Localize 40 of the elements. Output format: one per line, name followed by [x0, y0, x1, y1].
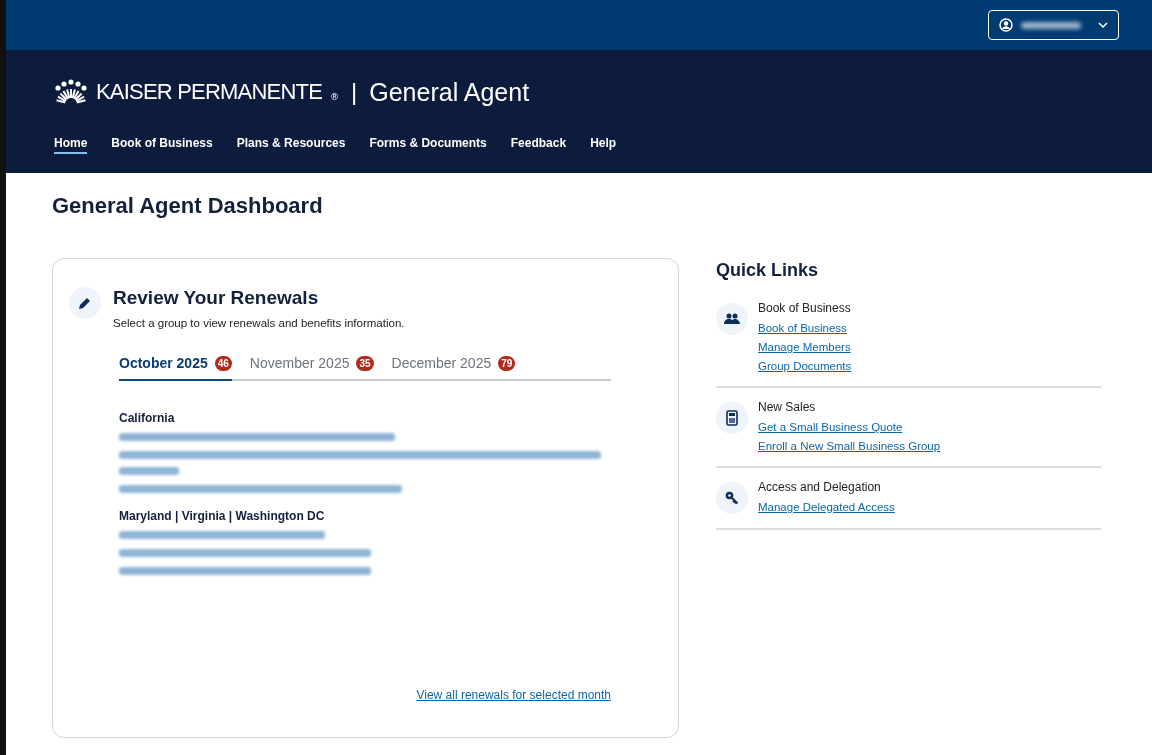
quick-link[interactable]: Manage Members: [758, 341, 852, 353]
nav-link[interactable]: Forms & Documents: [369, 136, 487, 154]
region-heading: California: [119, 411, 176, 425]
quick-link[interactable]: Group Documents: [758, 360, 852, 372]
nav-link[interactable]: Help: [590, 136, 617, 154]
region-heading: Maryland | Virginia | Washington DC: [119, 509, 326, 523]
nav-link[interactable]: Home: [54, 136, 88, 154]
section-title: New Sales: [758, 400, 817, 414]
brand-name: KAISER PERMANENTE: [96, 79, 322, 105]
quick-links-title: Quick Links: [716, 260, 820, 281]
brand-separator: |: [351, 78, 358, 106]
nav-link[interactable]: Plans & Resources: [236, 136, 346, 154]
key-icon: [725, 491, 739, 505]
view-all-link[interactable]: View all renewals for selected month: [416, 688, 611, 702]
count-badge: 79: [498, 355, 516, 371]
quick-link[interactable]: Book of Business: [758, 322, 852, 334]
quick-link[interactable]: Manage Delegated Access: [758, 501, 895, 513]
section-title: Book of Business: [758, 301, 852, 315]
count-badge: 46: [214, 355, 232, 371]
month-tab[interactable]: October 2025 46: [119, 355, 232, 381]
logo-icon: [54, 79, 88, 105]
user-icon: [999, 18, 1013, 32]
count-badge: 35: [356, 355, 374, 371]
card-title: Review Your Renewals: [113, 287, 320, 309]
registered-mark: ®: [330, 92, 339, 102]
month-tab[interactable]: December 2025 79: [391, 355, 516, 381]
calculator-icon: [726, 410, 738, 426]
month-tab[interactable]: November 2025 35: [249, 355, 374, 381]
card-subtitle: Select a group to view renewals and benefits information.: [113, 317, 405, 329]
quick-link[interactable]: Enroll a New Small Business Group: [758, 440, 941, 452]
page-title: General Agent Dashboard: [52, 193, 324, 219]
quick-link[interactable]: Get a Small Business Quote: [758, 421, 941, 433]
product-name: General Agent: [369, 77, 530, 107]
nav-link[interactable]: Feedback: [510, 136, 567, 154]
nav-link[interactable]: Book of Business: [111, 136, 213, 154]
chevron-down-icon: [1098, 22, 1108, 28]
user-menu-button[interactable]: [988, 10, 1119, 40]
people-icon: [724, 313, 740, 325]
section-title: Access and Delegation: [758, 480, 882, 494]
pencil-icon: [69, 287, 101, 319]
